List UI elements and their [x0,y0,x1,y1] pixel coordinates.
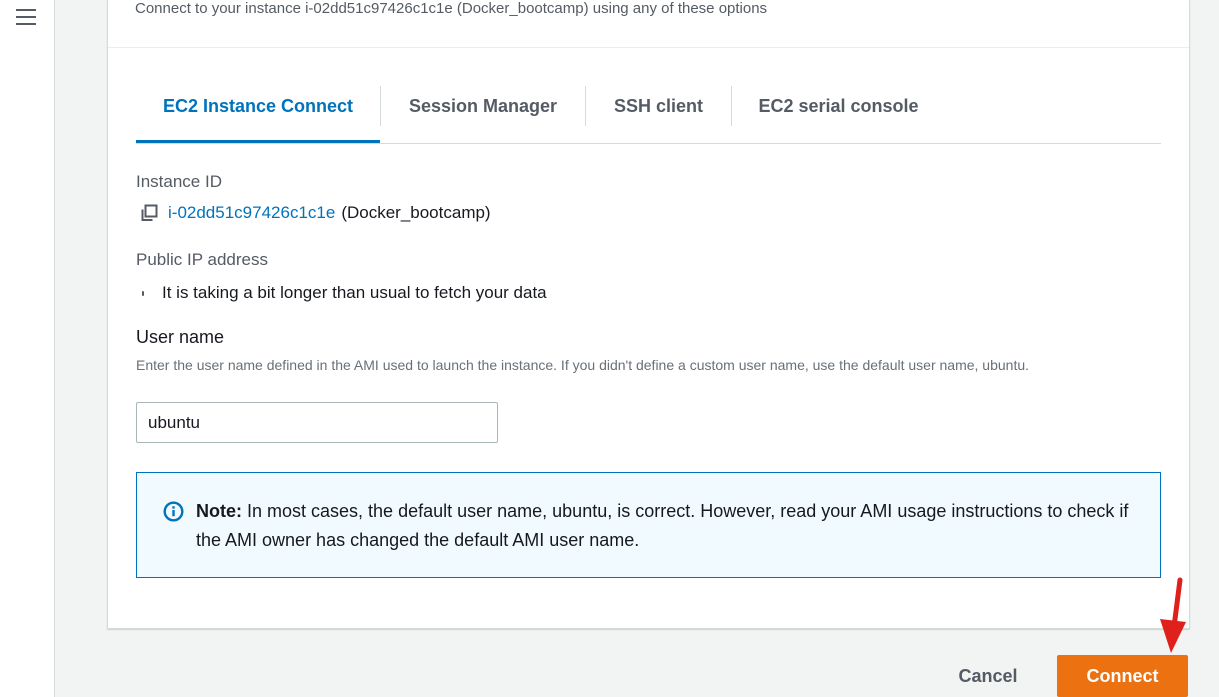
instance-id-label: Instance ID [136,172,222,191]
hamburger-menu-icon[interactable] [16,8,36,26]
public-ip-label: Public IP address [136,250,268,269]
tab-session-manager[interactable]: Session Manager [381,86,585,143]
instance-id-value: i-02dd51c97426c1c1e (Docker_bootcamp) [140,203,491,223]
instance-name: (Docker_bootcamp) [341,203,491,222]
copy-icon[interactable] [140,204,158,222]
public-ip-status-text: It is taking a bit longer than usual to … [162,283,547,302]
spinner-icon [140,288,146,298]
cancel-button[interactable]: Cancel [940,658,1036,694]
tab-ec2-instance-connect[interactable]: EC2 Instance Connect [136,86,380,143]
tab-ssh-client[interactable]: SSH client [586,86,731,143]
panel-header: Connect to your instance i-02dd51c97426c… [108,0,1189,48]
username-label: User name [136,327,225,347]
panel-subtitle: Connect to your instance i-02dd51c97426c… [135,0,768,17]
public-ip-status: It is taking a bit longer than usual to … [140,283,547,303]
note-alert: Note: In most cases, the default user na… [136,472,1161,578]
connection-tabs: EC2 Instance Connect Session Manager SSH… [136,86,1161,144]
tab-ec2-serial-console[interactable]: EC2 serial console [732,86,945,143]
instance-id-link[interactable]: i-02dd51c97426c1c1e [168,203,335,223]
username-input[interactable] [136,402,498,443]
username-description: Enter the user name defined in the AMI u… [136,357,1030,373]
note-title: Note: [196,501,242,521]
red-arrow-icon [1160,577,1186,653]
connect-button[interactable]: Connect [1057,655,1188,697]
note-body: In most cases, the default user name, ub… [196,501,1129,550]
note-text: Note: In most cases, the default user na… [196,497,1141,555]
side-navigation [0,0,55,697]
connect-panel: Connect to your instance i-02dd51c97426c… [107,0,1190,629]
info-icon [163,501,184,522]
